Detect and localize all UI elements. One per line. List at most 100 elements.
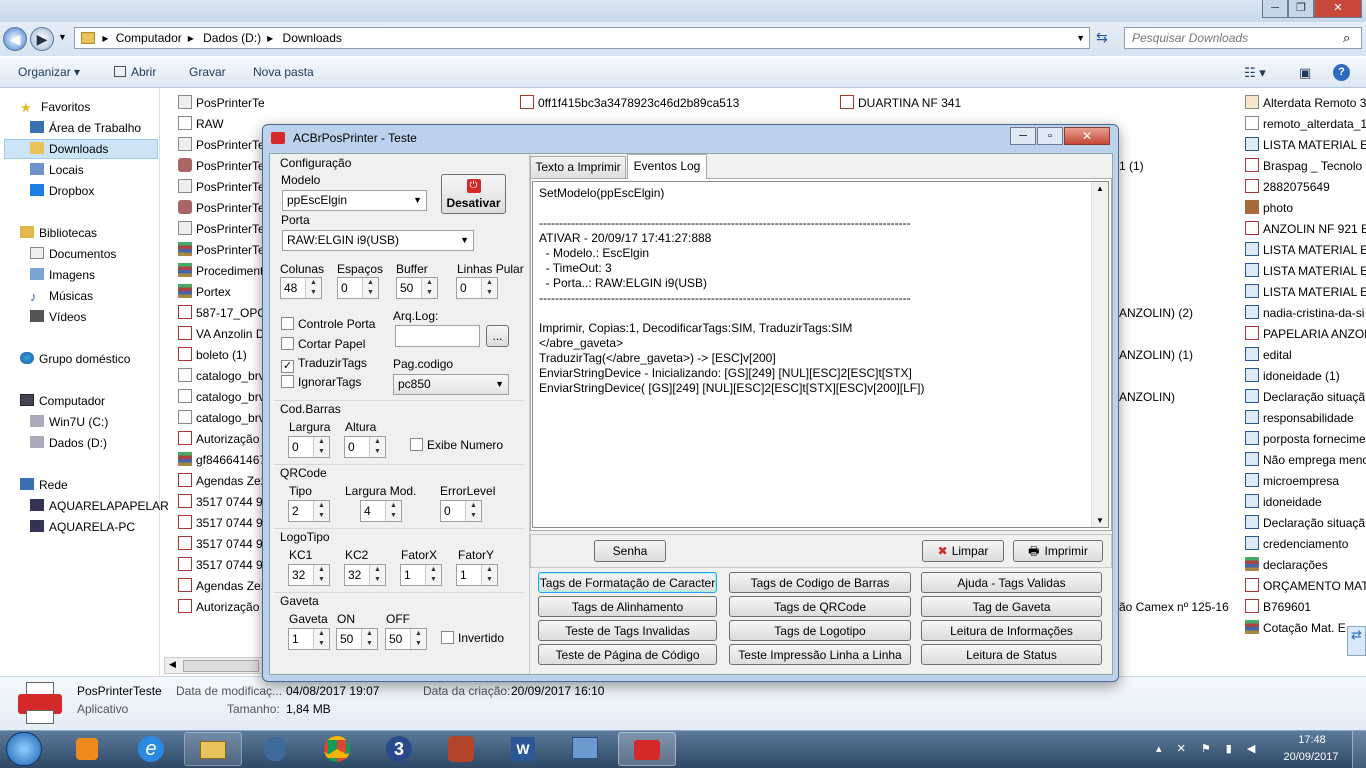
burn-button[interactable]: Gravar [189, 65, 226, 79]
log-scrollbar[interactable]: ▲ ▼ [1091, 182, 1108, 527]
nav-dropbox[interactable]: Dropbox [30, 181, 188, 201]
file-item[interactable]: edital [1245, 345, 1366, 366]
desativar-button[interactable]: ⏻ Desativar [441, 174, 506, 214]
nav-downloads[interactable]: Downloads [30, 139, 188, 159]
file-item[interactable]: photo [1245, 198, 1366, 219]
nav-favoritos[interactable]: ★ Favoritos [20, 97, 178, 117]
file-item[interactable]: Alterdata Remoto 3. [1245, 93, 1366, 114]
colunas-spinner[interactable]: 48 ▲ ▼ [280, 277, 322, 299]
app-3-icon[interactable]: 3 [370, 732, 428, 766]
file-item[interactable]: ANZOLIN NF 921 E [1245, 219, 1366, 240]
nav-videos[interactable]: Vídeos [30, 307, 188, 327]
largura-mod-spinner[interactable]: 4 ▲ ▼ [360, 500, 402, 522]
teste-tags-invalidas-button[interactable]: Teste de Tags Invalidas [538, 620, 717, 641]
kc1-spinner[interactable]: 32 ▲ ▼ [288, 564, 330, 586]
dialog-maximize-button[interactable]: ▫ [1037, 127, 1063, 145]
teste-linha-a-linha-button[interactable]: Teste Impressão Linha a Linha [729, 644, 911, 665]
organize-button[interactable]: Organizar ▾ [18, 65, 80, 79]
file-item[interactable]: gf846641467 [178, 450, 264, 471]
file-item[interactable]: 3517 0744 99 [178, 492, 264, 513]
file-item[interactable]: 0ff1f415bc3a3478923c46d2b89ca513 [520, 93, 739, 114]
traduzir-tags-checkbox[interactable]: ✓ TraduzirTags [281, 356, 367, 373]
back-icon[interactable]: ◀ [3, 27, 27, 51]
maximize-button[interactable]: ❐ [1288, 0, 1314, 18]
off-spinner[interactable]: 50 ▲ ▼ [385, 628, 427, 650]
modelo-select[interactable]: ppEscElgin ▼ [282, 190, 427, 211]
file-item[interactable]: 587-17_OPO [178, 303, 264, 324]
tags-logotipo-button[interactable]: Tags de Logotipo [729, 620, 911, 641]
file-item[interactable]: PAPELARIA ANZOL [1245, 324, 1366, 345]
espacos-spinner[interactable]: 0 ▲ ▼ [337, 277, 379, 299]
tipo-spinner[interactable]: 2 ▲ ▼ [288, 500, 330, 522]
file-item[interactable]: PosPrinterTe [178, 177, 264, 198]
file-item[interactable]: LISTA MATERIAL ES [1245, 240, 1366, 261]
senha-button[interactable]: Senha [594, 540, 666, 562]
explorer-taskbar-icon[interactable] [184, 732, 242, 766]
tags-formatacao-button[interactable]: Tags de Formatação de Caracter [538, 572, 717, 593]
horizontal-scrollbar[interactable]: ◀ [164, 657, 264, 674]
minimize-button[interactable]: ─ [1262, 0, 1288, 18]
nav-dados[interactable]: Dados (D:) [30, 433, 188, 453]
breadcrumb-computador[interactable]: Computador [116, 31, 182, 45]
tray-icons[interactable]: ▴ ✕ ⚑ ▮ ◀ [1156, 742, 1261, 755]
file-item[interactable]: catalogo_brv [178, 387, 264, 408]
open-button[interactable]: Abrir [114, 65, 156, 79]
chevron-down-icon[interactable]: ▼ [58, 32, 67, 42]
file-item-partial[interactable]: 1 (1) [1119, 156, 1144, 177]
file-item[interactable]: PosPrinterTe [178, 156, 264, 177]
file-item[interactable]: Autorização [178, 597, 264, 618]
kc2-spinner[interactable]: 32 ▲ ▼ [344, 564, 386, 586]
tags-qrcode-button[interactable]: Tags de QRCode [729, 596, 911, 617]
tab-eventos-log[interactable]: Eventos Log [627, 154, 707, 179]
buffer-spinner[interactable]: 50 ▲ ▼ [396, 277, 438, 299]
file-item[interactable]: RAW [178, 114, 264, 135]
limpar-button[interactable]: ✖ Limpar [922, 540, 1004, 562]
errorlevel-spinner[interactable]: 0 ▲ ▼ [440, 500, 482, 522]
pgadmin-icon[interactable] [246, 732, 304, 766]
pagcodigo-select[interactable]: pc850 ▼ [393, 374, 509, 395]
nav-aquarela-pc[interactable]: AQUARELA-PC [30, 517, 188, 537]
log-textarea[interactable]: SetModelo(ppEscElgin) ------------------… [532, 181, 1109, 528]
delphi-taskbar-icon[interactable] [432, 732, 490, 766]
ignorar-tags-checkbox[interactable]: IgnorarTags [281, 375, 361, 389]
file-item[interactable]: 3517 0744 99 [178, 513, 264, 534]
file-item[interactable]: B769601 [1245, 597, 1366, 618]
file-item-partial[interactable]: ANZOLIN) (2) [1119, 303, 1193, 324]
linhas-pular-spinner[interactable]: 0 ▲ ▼ [456, 277, 498, 299]
tag-gaveta-button[interactable]: Tag de Gaveta [921, 596, 1102, 617]
file-item[interactable]: LISTA MATERIAL ES [1245, 135, 1366, 156]
preview-pane-icon[interactable]: ▣ [1299, 65, 1311, 81]
teamviewer-icon[interactable]: ⇄ [1347, 626, 1366, 656]
file-item[interactable]: LISTA MATERIAL ES [1245, 282, 1366, 303]
nav-locais[interactable]: Locais [30, 160, 188, 180]
fatorx-spinner[interactable]: 1 ▲ ▼ [400, 564, 442, 586]
view-options-icon[interactable]: ☷ ▾ [1244, 65, 1266, 81]
file-item[interactable]: catalogo_brv [178, 408, 264, 429]
file-item[interactable]: PosPrinterTe [178, 240, 264, 261]
imprimir-button[interactable]: 🖶 Imprimir [1013, 540, 1103, 562]
file-item[interactable]: PosPrinterTeste [178, 93, 264, 114]
chrome-icon[interactable] [308, 732, 366, 766]
leitura-status-button[interactable]: Leitura de Status [921, 644, 1102, 665]
file-item[interactable]: DUARTINA NF 341 [840, 93, 961, 114]
file-item[interactable]: porposta fornecime [1245, 429, 1366, 450]
forward-icon[interactable]: ▶ [30, 27, 54, 51]
clock-date[interactable]: 20/09/2017 [1278, 751, 1344, 763]
arqlog-input[interactable] [395, 325, 480, 347]
dialog-close-button[interactable]: ✕ [1064, 127, 1110, 145]
tab-texto-imprimir[interactable]: Texto a Imprimir [530, 156, 626, 178]
control-panel-icon[interactable] [556, 732, 614, 766]
altura-spinner[interactable]: 0 ▲ ▼ [344, 436, 386, 458]
file-item[interactable]: catalogo_brv [178, 366, 264, 387]
search-icon[interactable]: ⌕ [1343, 30, 1350, 46]
file-item[interactable]: remoto_alterdata_16 [1245, 114, 1366, 135]
file-item[interactable]: LISTA MATERIAL ES [1245, 261, 1366, 282]
file-item[interactable]: idoneidade (1) [1245, 366, 1366, 387]
file-item[interactable]: microempresa [1245, 471, 1366, 492]
file-item[interactable]: ORÇAMENTO MAT [1245, 576, 1366, 597]
browse-button[interactable]: ... [486, 325, 509, 347]
file-item[interactable]: PosPrinterTe [178, 135, 264, 156]
word-taskbar-icon[interactable]: W [494, 732, 552, 766]
file-item[interactable]: 3517 0744 99 [178, 534, 264, 555]
file-item[interactable]: credenciamento [1245, 534, 1366, 555]
